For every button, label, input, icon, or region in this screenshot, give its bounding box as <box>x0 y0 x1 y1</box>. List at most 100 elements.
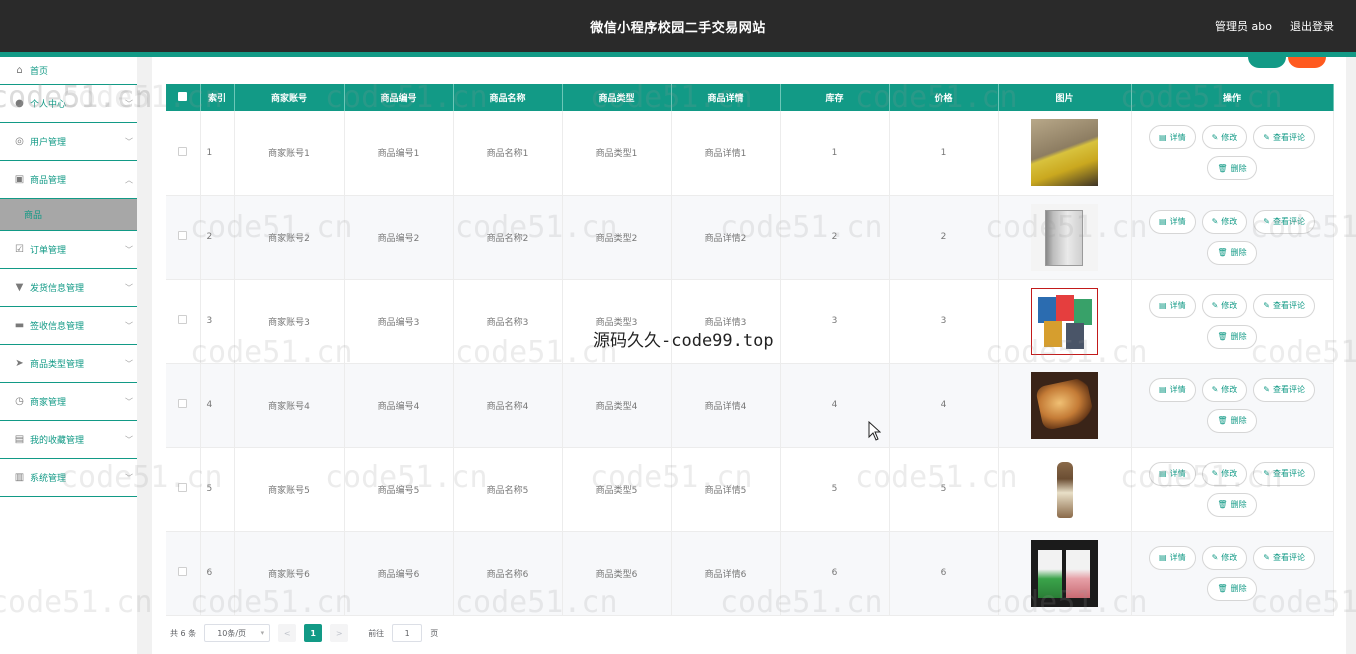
sidebar-item-merchant[interactable]: ◷ 商家管理 ﹀ <box>0 383 137 421</box>
cell-price: 6 <box>889 531 999 616</box>
sidebar-item-label: 商品类型管理 <box>30 360 85 370</box>
row-select-cell[interactable] <box>166 447 201 532</box>
sidebar-subitem-goods[interactable]: 商品 <box>0 199 137 231</box>
cell-stock: 1 <box>780 111 890 196</box>
delete-button[interactable]: 🗑 删除 <box>1207 576 1257 601</box>
view-comments-button[interactable]: ✎ 查看评论 <box>1253 545 1315 570</box>
sidebar-item-order[interactable]: ☑ 订单管理 ﹀ <box>0 231 137 269</box>
sidebar-item-favorites[interactable]: ▤ 我的收藏管理 ﹀ <box>0 421 137 459</box>
cell-actions: ▤ 详情 ✎ 修改 ✎ 查看评论 🗑 删除 <box>1131 279 1334 364</box>
edit-icon: ✎ <box>1211 385 1219 394</box>
cell-actions: ▤ 详情 ✎ 修改 ✎ 查看评论 🗑 删除 <box>1131 531 1334 616</box>
row-checkbox[interactable] <box>178 483 188 492</box>
cell-goods-code: 商品编号1 <box>344 111 454 196</box>
delete-button[interactable]: 🗑 删除 <box>1207 492 1257 517</box>
page-number-current[interactable]: 1 <box>304 624 323 642</box>
detail-button[interactable]: ▤ 详情 <box>1149 461 1196 486</box>
detail-button[interactable]: ▤ 详情 <box>1149 293 1196 318</box>
edit-icon: ✎ <box>1211 553 1219 562</box>
edit-button[interactable]: ✎ 修改 <box>1201 125 1248 150</box>
view-comments-button[interactable]: ✎ 查看评论 <box>1253 125 1315 150</box>
view-comments-button[interactable]: ✎ 查看评论 <box>1253 377 1315 402</box>
cell-goods-code: 商品编号4 <box>344 363 454 448</box>
view-comments-button[interactable]: ✎ 查看评论 <box>1253 209 1315 234</box>
select-all-checkbox[interactable] <box>178 91 188 101</box>
add-button[interactable] <box>1248 57 1286 68</box>
column-header: 商品详情 <box>671 84 781 111</box>
table-row: 3 商家账号3 商品编号3 商品名称3 商品类型3 商品详情3 3 3 ▤ 详情 ✎ 修改 ✎ 查看评论 🗑… <box>166 279 1334 364</box>
detail-button[interactable]: ▤ 详情 <box>1149 377 1196 402</box>
view-comments-button[interactable]: ✎ 查看评论 <box>1253 461 1315 486</box>
cell-index: 5 <box>200 447 235 532</box>
delete-button[interactable]: 🗑 删除 <box>1207 156 1257 181</box>
row-select-cell[interactable] <box>166 279 201 364</box>
row-select-cell[interactable] <box>166 363 201 448</box>
edit-button[interactable]: ✎ 修改 <box>1201 209 1248 234</box>
drink-photo <box>999 455 1131 523</box>
cell-goods-name: 商品名称1 <box>453 111 563 196</box>
edit-icon: ✎ <box>1263 469 1270 478</box>
cell-image <box>998 447 1132 532</box>
delete-button[interactable]: 🗑 删除 <box>1207 324 1257 349</box>
edit-button[interactable]: ✎ 修改 <box>1201 377 1248 402</box>
chevron-down-icon: ﹀ <box>125 99 133 108</box>
delete-button[interactable]: 🗑 删除 <box>1207 408 1257 433</box>
delete-button[interactable]: 🗑 删除 <box>1207 240 1257 265</box>
batch-delete-button[interactable] <box>1288 57 1326 68</box>
edit-button[interactable]: ✎ 修改 <box>1201 545 1248 570</box>
sidebar-item-label: 订单管理 <box>30 246 67 256</box>
column-header: 价格 <box>889 84 999 111</box>
jump-page-input[interactable]: 1 <box>392 624 423 642</box>
file-icon: ▤ <box>1159 469 1167 478</box>
detail-button[interactable]: ▤ 详情 <box>1149 209 1196 234</box>
header-actions: 管理员 abo 退出登录 <box>1215 18 1334 34</box>
row-checkbox[interactable] <box>178 146 188 156</box>
sidebar-item-user[interactable]: ● 个人中心 ﹀ <box>0 85 137 123</box>
edit-button[interactable]: ✎ 修改 <box>1201 461 1248 486</box>
sidebar-item-system[interactable]: ▥ 系统管理 ﹀ <box>0 459 137 497</box>
cell-goods-name: 商品名称6 <box>453 531 563 616</box>
page-size-select[interactable]: 10条/页 ▾ <box>204 624 271 642</box>
select-all-cell[interactable] <box>166 84 201 111</box>
cell-actions: ▤ 详情 ✎ 修改 ✎ 查看评论 🗑 删除 <box>1131 111 1334 196</box>
row-checkbox[interactable] <box>178 567 188 576</box>
cell-goods-detail: 商品详情4 <box>671 363 781 448</box>
logout-link[interactable]: 退出登录 <box>1290 18 1334 34</box>
row-checkbox[interactable] <box>178 231 188 240</box>
row-checkbox[interactable] <box>178 315 188 324</box>
cell-price: 1 <box>889 111 999 196</box>
detail-button[interactable]: ▤ 详情 <box>1149 545 1196 570</box>
jump-suffix: 页 <box>430 628 439 638</box>
cell-image <box>998 363 1132 448</box>
cell-goods-type: 商品类型3 <box>562 279 672 364</box>
row-select-cell[interactable] <box>166 531 201 616</box>
row-checkbox[interactable] <box>178 399 188 408</box>
sidebar-item-shipping[interactable]: ▼ 发货信息管理 ﹀ <box>0 269 137 307</box>
sidebar-item-category[interactable]: ➤ 商品类型管理 ﹀ <box>0 345 137 383</box>
sidebar-item-goods[interactable]: ▣ 商品管理 ︿ <box>0 161 137 199</box>
sidebar-item-label: 商品管理 <box>30 176 67 186</box>
cell-goods-code: 商品编号6 <box>344 531 454 616</box>
row-select-cell[interactable] <box>166 111 201 196</box>
cell-image <box>998 195 1132 280</box>
sidebar-item-users[interactable]: ◎ 用户管理 ﹀ <box>0 123 137 161</box>
cell-merchant-account: 商家账号6 <box>234 531 345 616</box>
current-user[interactable]: 管理员 abo <box>1215 18 1272 34</box>
sidebar-item-receipt[interactable]: ▬ 签收信息管理 ﹀ <box>0 307 137 345</box>
sidebar-item-label: 我的收藏管理 <box>30 436 85 446</box>
view-comments-button[interactable]: ✎ 查看评论 <box>1253 293 1315 318</box>
chevron-down-icon: ﹀ <box>125 435 133 444</box>
row-select-cell[interactable] <box>166 195 201 280</box>
table-row: 5 商家账号5 商品编号5 商品名称5 商品类型5 商品详情5 5 5 ▤ 详情 ✎ 修改 ✎ 查看评论 🗑… <box>166 447 1334 532</box>
cell-index: 3 <box>200 279 235 364</box>
users-icon: ◎ <box>15 136 24 147</box>
cell-goods-type: 商品类型5 <box>562 447 672 532</box>
column-header: 索引 <box>200 84 235 111</box>
next-page-button[interactable]: > <box>330 624 349 642</box>
sidebar-item-home[interactable]: ⌂ 首页 <box>0 57 137 85</box>
cell-stock: 3 <box>780 279 890 364</box>
prev-page-button[interactable]: < <box>278 624 297 642</box>
detail-button[interactable]: ▤ 详情 <box>1149 125 1196 150</box>
edit-button[interactable]: ✎ 修改 <box>1201 293 1248 318</box>
cell-goods-code: 商品编号5 <box>344 447 454 532</box>
